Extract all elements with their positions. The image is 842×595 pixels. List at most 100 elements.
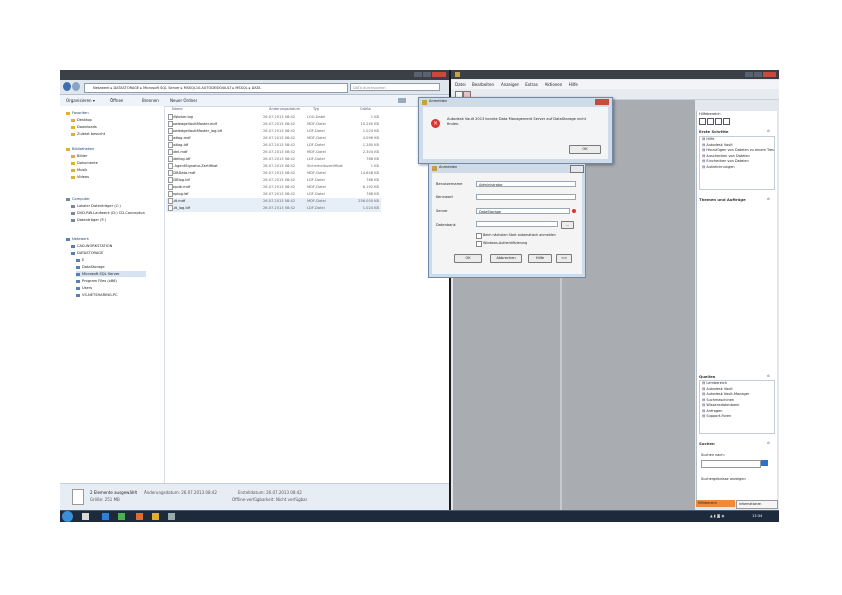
vault-minimize-icon[interactable] (745, 72, 753, 77)
table-row[interactable]: MS AgentSignatur.Zertifikat 26.07.2013 08… (166, 163, 381, 170)
nav-item[interactable]: Users (76, 285, 92, 291)
login-close-icon[interactable] (570, 165, 584, 173)
vault-maximize-icon[interactable] (754, 72, 762, 77)
auto-login-checkbox[interactable] (476, 233, 482, 239)
server-select[interactable]: DataStorage (476, 208, 570, 214)
breadcrumb-item[interactable]: MSSQL10.AUTODESKVAULT (184, 86, 232, 90)
nav-item[interactable]: Zuletzt besucht (71, 131, 105, 137)
back-icon[interactable] (63, 82, 71, 91)
nav-item[interactable]: Musik (71, 167, 87, 173)
table-row[interactable]: FileWorker.log 26.07.2013 08:42 LOG-Datei 1… (166, 114, 381, 121)
nav-item[interactable]: Datenträger (F:) (71, 217, 106, 223)
error-ok-button[interactable]: OK (569, 145, 601, 154)
column-date[interactable]: Änderungsdatum (269, 107, 300, 111)
login-help-button[interactable]: Hilfe (528, 254, 552, 263)
collapse-icon[interactable]: ⊙ (767, 129, 770, 133)
nav-item[interactable]: VS-NETSHARING-PC (76, 292, 118, 298)
breadcrumb-item[interactable]: DATA (252, 86, 261, 90)
tab-help-area[interactable]: Hilfebereich (696, 500, 735, 507)
tray-icons[interactable]: ▲ ▮ ◙ ◉ (710, 514, 724, 518)
column-size[interactable]: Größe (360, 107, 371, 111)
browse-button[interactable]: ... (561, 221, 574, 229)
column-name[interactable]: Name (172, 107, 183, 111)
table-row[interactable]: KnowledgeVaultMaster_log.ldf 26.07.2013 0… (166, 128, 381, 135)
login-more-button[interactable]: << (556, 254, 572, 263)
nav-item[interactable]: DVD-RW-Laufwerk (D:) CD-Conceptua (71, 210, 145, 216)
table-row[interactable]: KnowledgeVaultMaster.mdf 26.07.2013 08:42… (166, 121, 381, 128)
nav-item[interactable]: DataStorage (76, 264, 105, 270)
table-row[interactable]: modellog.ldf 26.07.2013 08:42 LDF-Datei 768… (166, 156, 381, 163)
clock[interactable]: 13:34 (752, 514, 762, 518)
table-row[interactable]: Vault_log.ldf 26.07.2013 08:42 LDF-Datei 1.… (166, 205, 381, 212)
table-row[interactable]: MSDBlog.ldf 26.07.2013 08:42 LDF-Datei 768 … (166, 177, 381, 184)
taskbar-window-icon[interactable] (168, 513, 175, 520)
tab-information[interactable]: Informationen (736, 500, 778, 509)
nav-item[interactable]: Downloads (71, 124, 97, 130)
nav-item[interactable]: DATASTORAGE (71, 250, 103, 256)
back-icon[interactable] (707, 118, 714, 125)
open-button[interactable]: Öffnen (110, 98, 123, 103)
table-row[interactable]: MSDBData.mdf 26.07.2013 08:42 MDF-Datei 14.… (166, 170, 381, 177)
maximize-icon[interactable] (423, 72, 431, 77)
nav-group-header[interactable]: Netzwerk (66, 236, 89, 242)
view-options-icon[interactable] (398, 98, 406, 103)
forward-icon[interactable] (72, 82, 80, 91)
username-field[interactable]: Administrator (476, 181, 576, 187)
collapse-icon[interactable]: ⊙ (767, 441, 770, 445)
taskbar-app-icon[interactable] (136, 513, 143, 520)
vault-select[interactable] (476, 221, 558, 227)
menu-item[interactable]: Datei (455, 80, 466, 89)
print-icon[interactable] (723, 118, 730, 125)
minimize-icon[interactable] (414, 72, 422, 77)
error-close-icon[interactable] (595, 99, 609, 105)
nav-item[interactable]: Microsoft SQL Server (76, 271, 146, 277)
menu-item[interactable]: Anzeigen (501, 80, 519, 89)
taskbar-ie-icon[interactable] (102, 513, 109, 520)
vault-close-icon[interactable] (763, 72, 776, 77)
menu-item[interactable]: Aktionen (545, 80, 563, 89)
start-button[interactable] (62, 511, 73, 522)
nav-item[interactable]: Bilder (71, 153, 87, 159)
login-ok-button[interactable]: OK (454, 254, 482, 263)
table-row[interactable]: mastlog.mdf 26.07.2013 08:42 MDF-Datei 4.09… (166, 135, 381, 142)
breadcrumb-item[interactable]: Netzwerk (93, 86, 109, 90)
table-row[interactable]: model.mdf 26.07.2013 08:42 MDF-Datei 2.304 … (166, 149, 381, 156)
list-item[interactable]: ▤ Support-Foren (700, 414, 774, 420)
breadcrumb-item[interactable]: Microsoft SQL Server (143, 86, 180, 90)
windows-auth-checkbox[interactable] (476, 241, 482, 247)
search-go-icon[interactable] (761, 460, 768, 466)
address-bar[interactable]: Netzwerk ▸ DATASTORAGE ▸ Microsoft SQL S… (84, 83, 348, 93)
nav-item[interactable]: Program Files (x86) (76, 278, 117, 284)
login-cancel-button[interactable]: Abbrechen (490, 254, 522, 263)
taskbar-explorer-icon[interactable] (82, 513, 89, 520)
menu-item[interactable]: Extras (525, 80, 538, 89)
nav-item[interactable]: Dokumente (71, 160, 98, 166)
table-row[interactable]: Vault.mdf 26.07.2013 08:42 MDF-Datei 256.00… (166, 198, 381, 205)
nav-item[interactable]: Desktop (71, 117, 92, 123)
close-icon[interactable] (432, 72, 446, 77)
table-row[interactable]: tempdb.mdf 26.07.2013 08:42 MDF-Datei 8.192… (166, 184, 381, 191)
new-folder-button[interactable]: Neuer Ordner (170, 98, 197, 103)
password-field[interactable] (476, 194, 576, 200)
breadcrumb-item[interactable]: DATASTORAGE (113, 86, 139, 90)
search-results-link[interactable]: Suchergebnisse anzeigen (701, 477, 746, 481)
home-icon[interactable] (699, 118, 706, 125)
nav-group-header[interactable]: Favoriten (66, 110, 89, 116)
organize-button[interactable]: Organisieren ▾ (66, 98, 95, 103)
nav-item[interactable]: Videos (71, 174, 89, 180)
nav-item[interactable]: Lokaler Datenträger (C:) (71, 203, 121, 209)
help-search-input[interactable] (701, 460, 761, 468)
collapse-icon[interactable]: ⊙ (767, 374, 770, 378)
nav-group-header[interactable]: Bibliotheken (66, 146, 94, 152)
taskbar-vault-icon[interactable] (152, 513, 159, 520)
menu-item[interactable]: Hilfe (569, 80, 578, 89)
expand-icon[interactable]: ⊙ (767, 197, 770, 201)
breadcrumb-item[interactable]: MSSQL (235, 86, 247, 90)
taskbar-app-icon[interactable] (118, 513, 125, 520)
burn-button[interactable]: Brennen (142, 98, 159, 103)
nav-item[interactable]: CAD-WORKSTATION (71, 243, 112, 249)
forward-icon[interactable] (715, 118, 722, 125)
search-input[interactable]: DATA durchsuchen (350, 83, 440, 91)
list-item[interactable]: ▤ Aufzeichnungen (700, 165, 774, 171)
table-row[interactable]: mastlog.ldf 26.07.2013 08:42 LDF-Datei 1.28… (166, 142, 381, 149)
